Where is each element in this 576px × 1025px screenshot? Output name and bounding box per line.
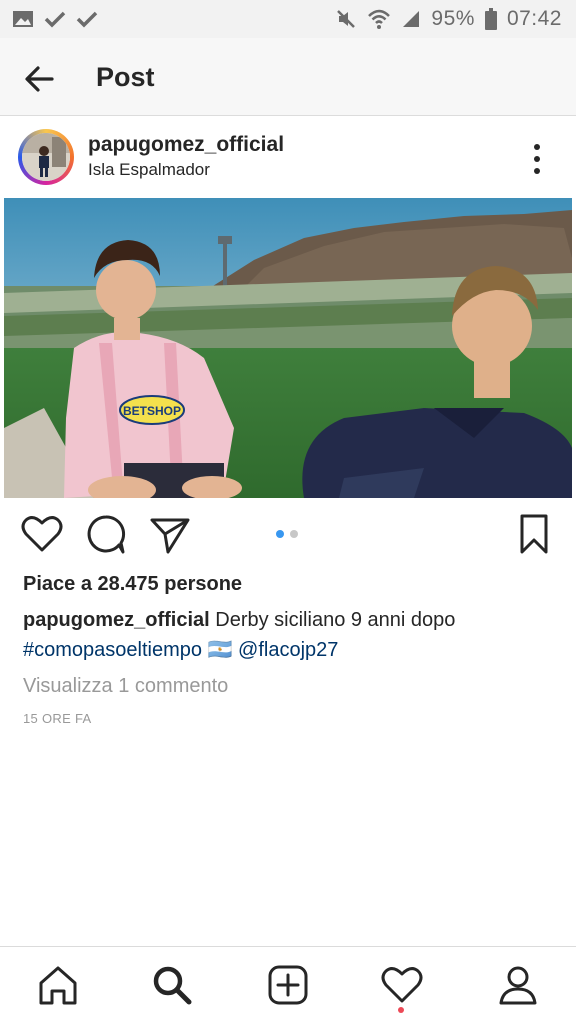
share-direct-icon[interactable] (148, 512, 192, 556)
home-icon[interactable] (36, 963, 80, 1007)
comment-icon[interactable] (84, 512, 128, 556)
post-caption: papugomez_official Derby siciliano 9 ann… (23, 605, 563, 665)
clock: 07:42 (506, 7, 562, 30)
back-arrow-icon[interactable] (20, 60, 58, 98)
mention-link[interactable]: @flacojp27 (238, 639, 338, 661)
bottom-navigation (0, 946, 576, 1025)
likes-count[interactable]: Piace a 28.475 persone (23, 573, 242, 596)
signal-icon (403, 11, 420, 27)
wifi-icon (368, 9, 391, 29)
check-icon (76, 11, 98, 28)
more-options-icon[interactable] (524, 141, 550, 177)
save-bookmark-icon[interactable] (512, 512, 556, 556)
post-location[interactable]: Isla Espalmador (88, 160, 210, 180)
activity-icon[interactable] (380, 963, 424, 1007)
caption-username[interactable]: papugomez_official (23, 609, 210, 631)
search-icon[interactable] (150, 963, 194, 1007)
post-timestamp: 15 ORE FA (23, 711, 92, 726)
avatar-image (22, 133, 70, 181)
status-bar: 95% 07:42 (0, 0, 576, 38)
carousel-indicator (276, 530, 298, 538)
carousel-dot-active (276, 530, 284, 538)
avatar[interactable] (18, 129, 74, 185)
battery-icon (484, 8, 497, 30)
mute-icon (337, 10, 356, 28)
add-icon[interactable] (266, 963, 310, 1007)
battery-percent: 95% (431, 7, 475, 30)
notification-dot (398, 1007, 404, 1013)
carousel-dot (290, 530, 298, 538)
post-photo[interactable]: BETSHOP (4, 198, 572, 498)
page-title: Post (96, 62, 155, 92)
view-comments-link[interactable]: Visualizza 1 commento (23, 675, 228, 698)
like-heart-icon[interactable] (20, 512, 64, 556)
check-icon (44, 11, 66, 28)
caption-text: Derby siciliano 9 anni dopo (215, 609, 456, 631)
hashtag-link[interactable]: #comopasoeltiempo (23, 639, 202, 661)
post-header: papugomez_official Isla Espalmador (0, 117, 576, 199)
flag-emoji: 🇦🇷 (207, 639, 233, 661)
app-header: Post (0, 38, 576, 116)
image-icon (13, 11, 33, 27)
post-username[interactable]: papugomez_official (88, 133, 284, 157)
jersey-sponsor-text: BETSHOP (123, 404, 181, 418)
profile-icon[interactable] (496, 963, 540, 1007)
